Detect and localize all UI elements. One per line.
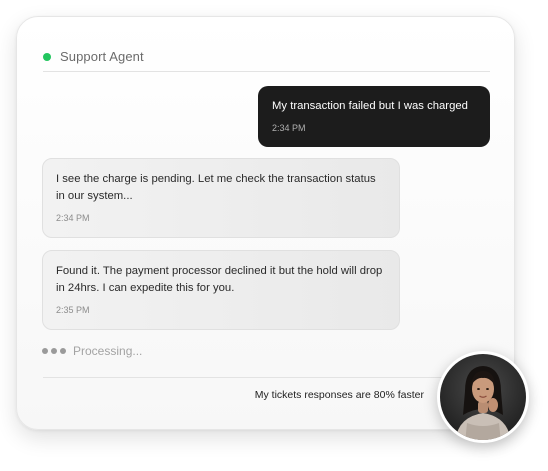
user-message: My transaction failed but I was charged … [258, 86, 490, 147]
typing-indicator: Processing... [42, 344, 142, 358]
agent-photo-icon [438, 352, 528, 442]
chat-widget-stage: Support Agent My transaction failed but … [0, 0, 548, 471]
message-text: My transaction failed but I was charged [272, 100, 468, 112]
message-text: Found it. The payment processor declined… [56, 265, 383, 294]
agent-message: Found it. The payment processor declined… [42, 250, 400, 330]
processing-label: Processing... [73, 344, 143, 358]
header-divider [43, 71, 490, 72]
chat-card: Support Agent My transaction failed but … [16, 16, 515, 430]
message-time: 2:34 PM [272, 123, 306, 133]
response-speed-stat: My tickets responses are 80% faster [254, 389, 424, 401]
message-text: I see the charge is pending. Let me chec… [56, 173, 376, 202]
agent-name: Support Agent [60, 49, 144, 64]
message-time: 2:34 PM [56, 213, 90, 223]
typing-dots-icon [42, 348, 66, 354]
chat-header: Support Agent [43, 49, 144, 64]
agent-avatar[interactable] [437, 351, 529, 443]
agent-message: I see the charge is pending. Let me chec… [42, 158, 400, 238]
online-status-dot [43, 52, 51, 61]
message-time: 2:35 PM [56, 305, 90, 315]
footer-divider [43, 377, 490, 378]
